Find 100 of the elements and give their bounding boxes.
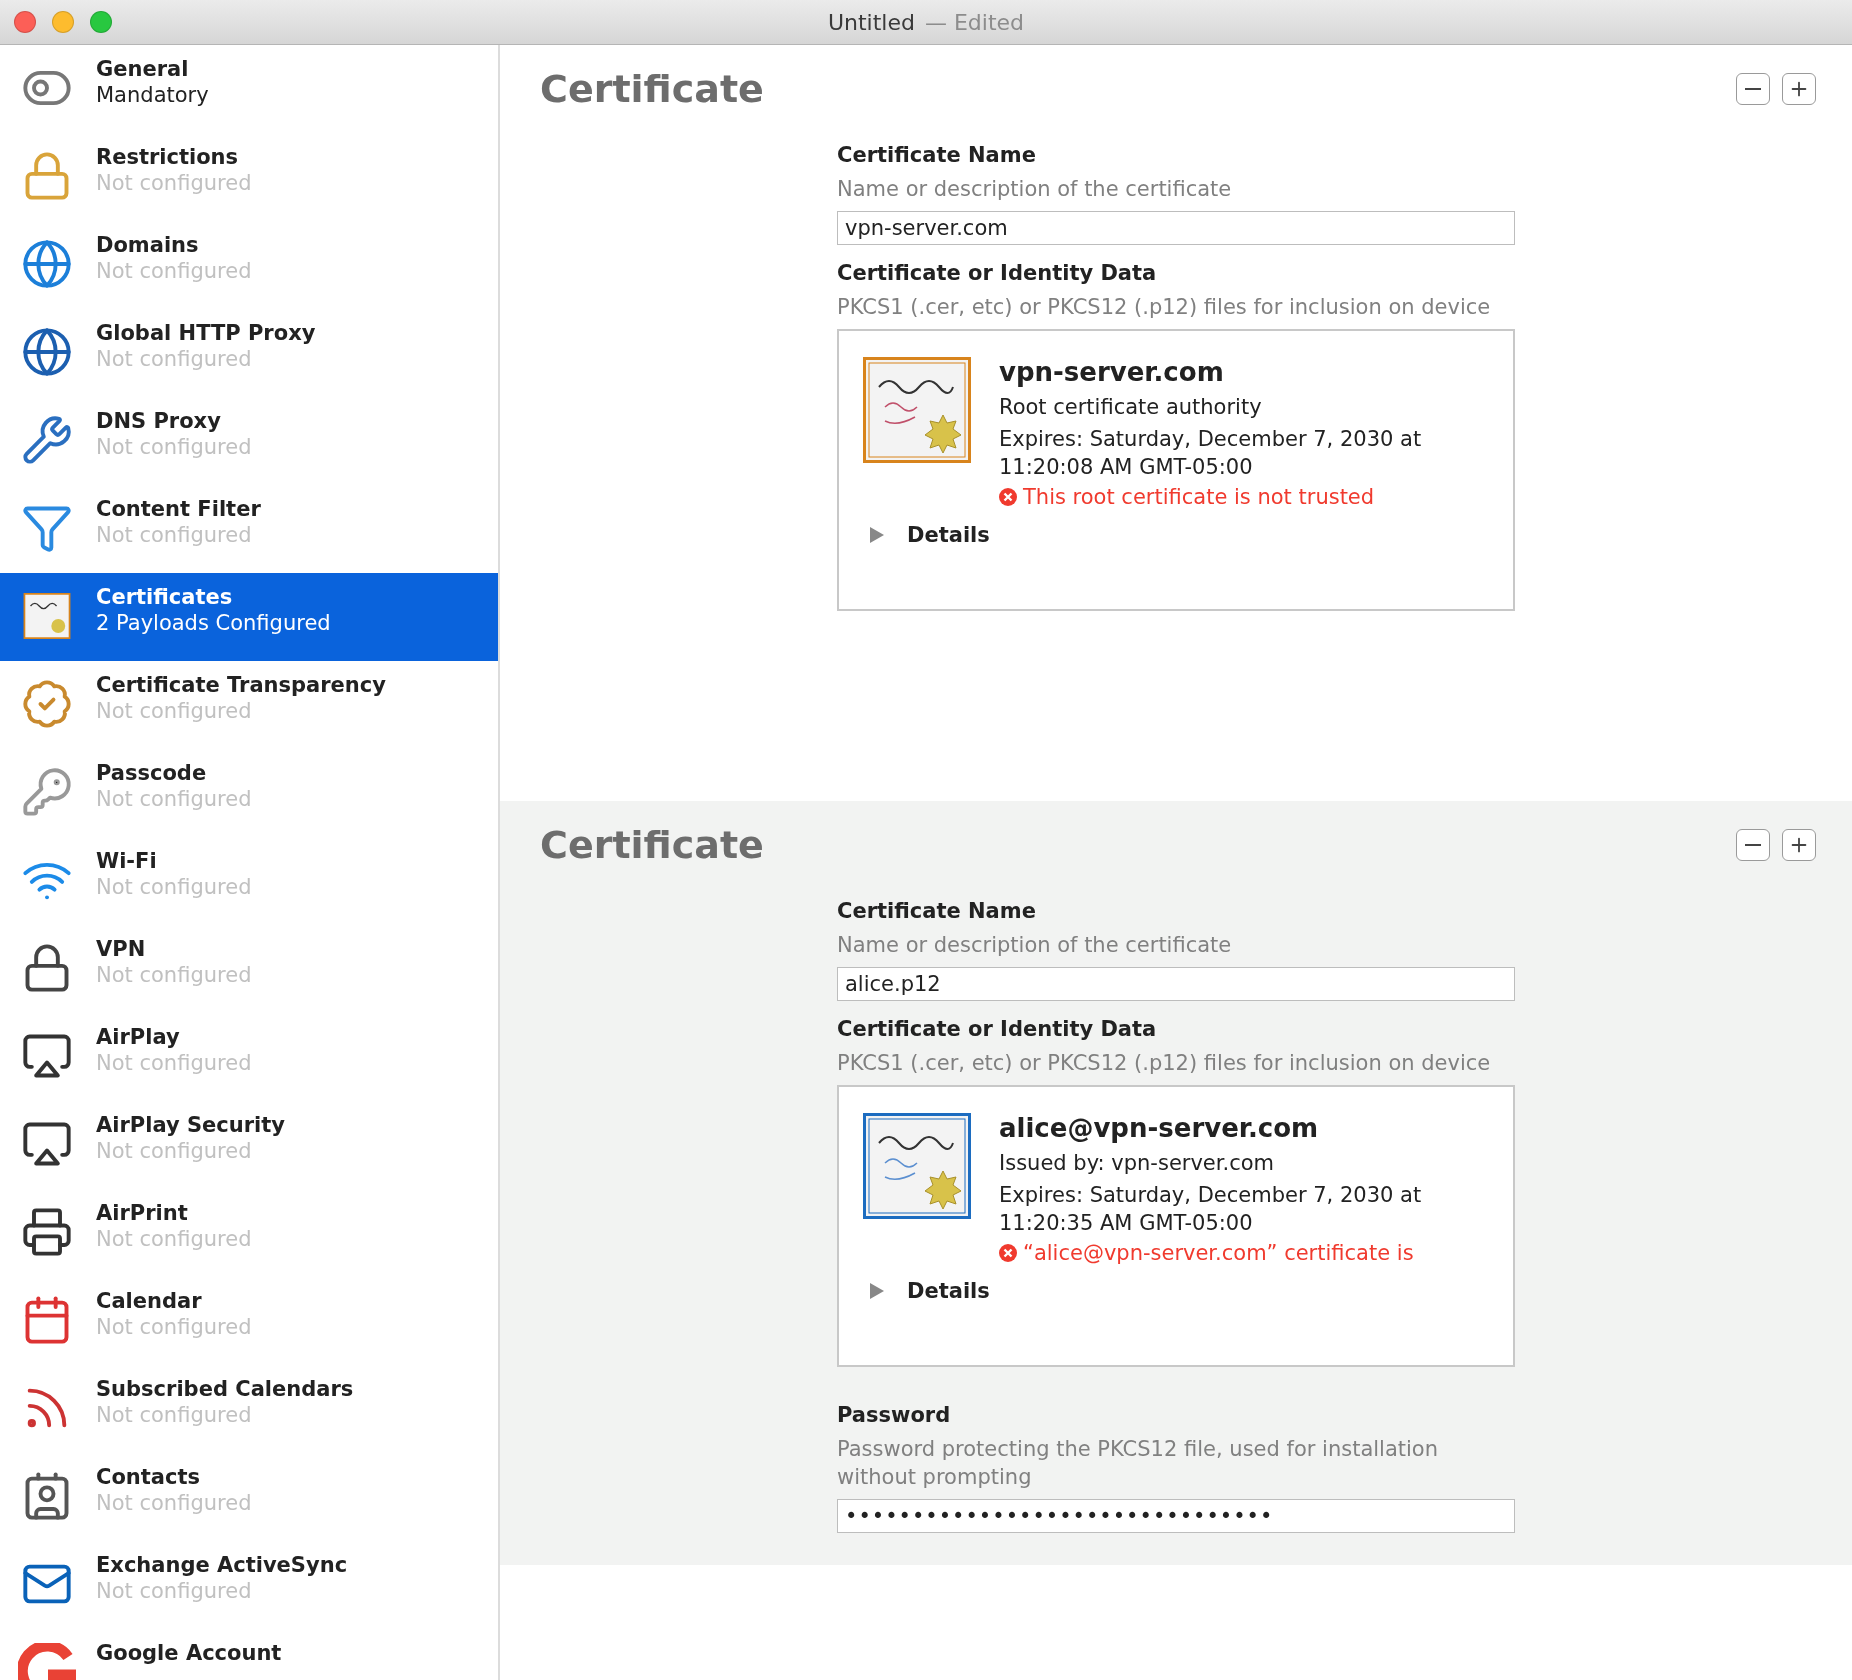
certificate-title: alice@vpn-server.com xyxy=(999,1113,1320,1143)
item-status: Mandatory xyxy=(96,83,209,107)
window-status: — Edited xyxy=(924,9,1025,35)
item-status: Not configured xyxy=(96,171,252,195)
item-title: Certificate Transparency xyxy=(96,673,386,697)
item-title: General xyxy=(96,57,190,81)
item-title: Contacts xyxy=(96,1465,201,1489)
item-status: Not configured xyxy=(96,1403,253,1427)
error-icon xyxy=(999,1244,1017,1262)
field-label: Certificate Name xyxy=(837,143,1037,167)
sidebar-item[interactable]: VPN Not configured xyxy=(0,925,498,1013)
minus-icon xyxy=(1745,88,1761,90)
item-title: AirPrint xyxy=(96,1201,189,1225)
field-hint: PKCS1 (.cer, etc) or PKCS12 (.p12) files for inclusion on device xyxy=(837,1050,1492,1077)
item-status: Not configured xyxy=(96,1051,252,1075)
input-field[interactable]: alice.p12 xyxy=(837,967,1515,1001)
error-message: “alice@vpn-server.com” certificate is xyxy=(1023,1241,1414,1265)
sidebar-item[interactable]: Certificate Transparency Not configured xyxy=(0,661,498,749)
add-button[interactable] xyxy=(1782,73,1816,105)
item-title: Google Account xyxy=(96,1641,282,1665)
item-title: Exchange ActiveSync xyxy=(96,1553,348,1577)
item-status: Not configured xyxy=(96,1315,252,1339)
certificate-icon xyxy=(863,1113,971,1219)
sidebar-item[interactable]: AirPrint Not configured xyxy=(0,1189,498,1277)
remove-button[interactable] xyxy=(1736,73,1770,105)
item-status: Not configured xyxy=(96,1491,252,1515)
certificate-issuer: Issued by: vpn-server.com xyxy=(999,1150,1275,1177)
item-status: Not configured xyxy=(96,699,253,723)
item-status: Not configured xyxy=(96,1139,253,1163)
sidebar-item[interactable]: Calendar Not configured xyxy=(0,1277,498,1365)
sidebar-item[interactable]: Exchange ActiveSync Not configured xyxy=(0,1541,498,1629)
add-button[interactable] xyxy=(1782,829,1816,861)
sidebar-item[interactable]: General Mandatory xyxy=(0,45,498,133)
sidebar-item[interactable]: Restrictions Not configured xyxy=(0,133,498,221)
sidebar-item[interactable]: Domains Not configured xyxy=(0,221,498,309)
section-heading: Certificate xyxy=(540,823,764,867)
item-status: Not configured xyxy=(96,435,252,459)
certificate-issuer: Root certificate authority xyxy=(999,394,1263,421)
item-status: 2 Payloads Configured xyxy=(96,611,331,635)
globe-icon xyxy=(21,238,73,290)
item-title: Domains xyxy=(96,233,200,257)
item-status: Not configured xyxy=(96,1227,252,1251)
sidebar-item[interactable]: Certificates 2 Payloads Configured xyxy=(0,573,498,661)
key-icon xyxy=(21,766,73,818)
minimize-button[interactable] xyxy=(52,11,74,33)
close-button[interactable] xyxy=(14,11,36,33)
disclosure-triangle-icon[interactable] xyxy=(869,1282,885,1300)
item-status: Not configured xyxy=(96,963,252,987)
item-title: AirPlay xyxy=(96,1025,181,1049)
item-title: Passcode xyxy=(96,761,208,785)
sidebar-item[interactable]: Content Filter Not configured xyxy=(0,485,498,573)
item-status: Not configured xyxy=(96,875,252,899)
item-title: AirPlay Security xyxy=(96,1113,285,1137)
item-title: DNS Proxy xyxy=(96,409,222,433)
section-heading: Certificate xyxy=(540,67,764,111)
certificate-expiry: Expires: Saturday, December 7, 2030 at 11:20:35 AM GMT-05:00 xyxy=(999,1182,1423,1237)
certificate-title: vpn-server.com xyxy=(999,357,1225,387)
field-label: Certificate or Identity Data xyxy=(837,1017,1158,1041)
zoom-button[interactable] xyxy=(90,11,112,33)
sidebar-item[interactable]: Passcode Not configured xyxy=(0,749,498,837)
window-title: Untitled xyxy=(827,9,915,35)
field-hint: Name or description of the certificate xyxy=(837,932,1233,959)
wrench-icon xyxy=(21,414,73,466)
item-title: Content Filter xyxy=(96,497,261,521)
error-icon xyxy=(999,488,1017,506)
minus-icon xyxy=(1745,844,1761,846)
sidebar-item[interactable]: AirPlay Security Not configured xyxy=(0,1101,498,1189)
sidebar-item[interactable]: Subscribed Calendars Not configured xyxy=(0,1365,498,1453)
item-title: Wi-Fi xyxy=(96,849,158,873)
sidebar-item[interactable]: Global HTTP Proxy Not configured xyxy=(0,309,498,397)
password-field[interactable]: •••••••••••••••••••••••••••••••• xyxy=(837,1499,1515,1533)
sidebar-item[interactable]: DNS Proxy Not configured xyxy=(0,397,498,485)
field-hint: Password protecting the PKCS12 file, used for installation without prompting xyxy=(837,1436,1440,1491)
field-hint: Name or description of the certificate xyxy=(837,176,1233,203)
details-toggle[interactable]: Details xyxy=(907,1279,990,1303)
printer-icon xyxy=(21,1206,73,1258)
field-hint: PKCS1 (.cer, etc) or PKCS12 (.p12) files for inclusion on device xyxy=(837,294,1492,321)
item-title: Restrictions xyxy=(96,145,240,169)
disclosure-triangle-icon[interactable] xyxy=(869,526,885,544)
badge-icon xyxy=(21,678,73,730)
sidebar-item[interactable]: Contacts Not configured xyxy=(0,1453,498,1541)
sidebar-item[interactable]: AirPlay Not configured xyxy=(0,1013,498,1101)
item-status: Not configured xyxy=(96,1579,253,1603)
item-status: Not configured xyxy=(96,787,252,811)
item-status: Not configured xyxy=(96,259,252,283)
item-status: Not configured xyxy=(96,347,253,371)
item-title: Global HTTP Proxy xyxy=(96,321,316,345)
certificate-icon xyxy=(863,357,971,463)
certificate-expiry: Expires: Saturday, December 7, 2030 at 11:20:08 AM GMT-05:00 xyxy=(999,426,1423,481)
remove-button[interactable] xyxy=(1736,829,1770,861)
item-title: Subscribed Calendars xyxy=(96,1377,354,1401)
field-label: Certificate Name xyxy=(837,899,1037,923)
field-label: Certificate or Identity Data xyxy=(837,261,1158,285)
sidebar-item[interactable]: Google Account xyxy=(0,1629,498,1680)
item-title: Certificates xyxy=(96,585,234,609)
details-toggle[interactable]: Details xyxy=(907,523,990,547)
item-status: Not configured xyxy=(96,523,253,547)
sidebar-item[interactable]: Wi-Fi Not configured xyxy=(0,837,498,925)
item-title: Calendar xyxy=(96,1289,203,1313)
input-field[interactable]: vpn-server.com xyxy=(837,211,1515,245)
